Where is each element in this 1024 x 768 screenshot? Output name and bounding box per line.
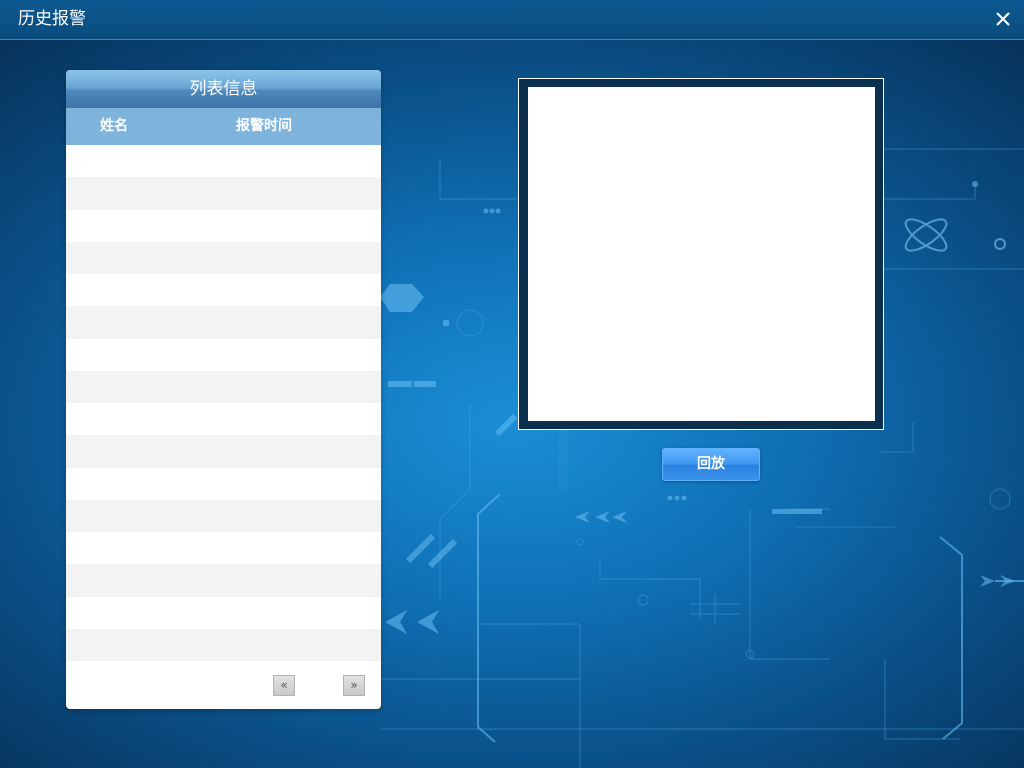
table-row[interactable] bbox=[66, 532, 381, 564]
table-row[interactable] bbox=[66, 306, 381, 339]
title-bar: 历史报警 bbox=[0, 0, 1024, 40]
playback-button[interactable]: 回放 bbox=[662, 448, 760, 481]
table-row[interactable] bbox=[66, 435, 381, 468]
table-row[interactable] bbox=[66, 210, 381, 242]
table-row[interactable] bbox=[66, 468, 381, 500]
table-row[interactable] bbox=[66, 145, 381, 177]
next-page-button[interactable]: » bbox=[343, 675, 365, 696]
table-row[interactable] bbox=[66, 564, 381, 597]
prev-page-button[interactable]: « bbox=[273, 675, 295, 696]
table-row[interactable] bbox=[66, 274, 381, 306]
alarm-list-panel: 列表信息 姓名 报警时间 « » bbox=[66, 70, 381, 709]
table-row[interactable] bbox=[66, 177, 381, 210]
table-row[interactable] bbox=[66, 339, 381, 371]
column-header-name[interactable]: 姓名 bbox=[100, 117, 128, 135]
video-frame bbox=[518, 78, 884, 430]
list-title-bar: 列表信息 bbox=[66, 70, 381, 108]
close-icon bbox=[996, 12, 1010, 26]
list-title: 列表信息 bbox=[189, 79, 258, 99]
table-row[interactable] bbox=[66, 499, 381, 532]
history-alarm-window: 历史报警 列表信息 姓名 报警时间 « » 回放 bbox=[0, 0, 1024, 768]
column-header-alarm-time[interactable]: 报警时间 bbox=[236, 117, 292, 135]
table-row[interactable] bbox=[66, 597, 381, 629]
close-button[interactable] bbox=[992, 8, 1014, 30]
table-row[interactable] bbox=[66, 370, 381, 403]
alarm-list-body bbox=[66, 145, 381, 661]
video-playback-area[interactable] bbox=[528, 87, 875, 421]
list-header-row: 姓名 报警时间 bbox=[66, 108, 381, 145]
table-row[interactable] bbox=[66, 628, 381, 661]
window-title: 历史报警 bbox=[18, 9, 86, 29]
table-row[interactable] bbox=[66, 403, 381, 435]
table-row[interactable] bbox=[66, 241, 381, 274]
